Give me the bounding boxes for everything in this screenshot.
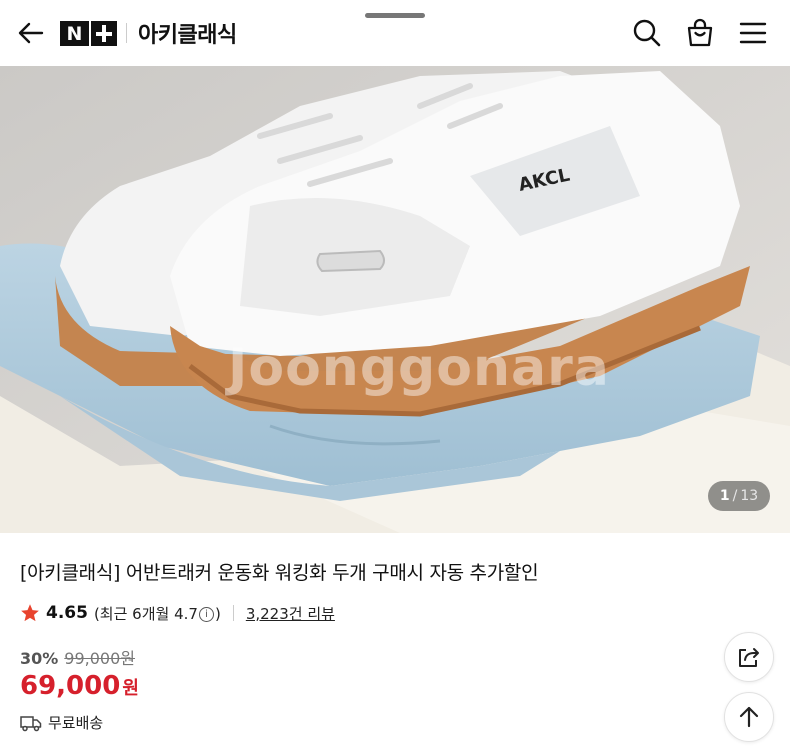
product-title: [아키클래식] 어반트래커 운동화 워킹화 두개 구매시 자동 추가할인 xyxy=(20,562,539,584)
watermark: Joonggonara xyxy=(228,338,610,398)
sale-price: 69,000 xyxy=(20,671,121,701)
rating-row: 4.65 (최근 6개월 4.7 i) 3,223건 리뷰 xyxy=(20,601,335,625)
arrow-up-icon xyxy=(739,706,759,728)
shopping-bag-icon xyxy=(687,18,713,47)
search-button[interactable] xyxy=(629,15,665,51)
star-icon xyxy=(21,604,39,622)
rating-value: 4.65 xyxy=(46,603,88,623)
product-image-carousel[interactable]: AKCL Joonggonara 1 / 13 xyxy=(0,66,790,533)
recent-rating-suffix: ) xyxy=(214,604,221,623)
naver-plus-logo[interactable]: N xyxy=(60,21,117,46)
counter-current: 1 xyxy=(719,488,730,504)
menu-icon xyxy=(739,22,767,44)
shipping-text: 무료배송 xyxy=(48,714,104,732)
counter-total: 13 xyxy=(740,488,759,504)
product-photo: AKCL xyxy=(0,66,790,533)
share-button[interactable] xyxy=(724,632,774,682)
header-divider xyxy=(126,23,127,43)
sale-price-row: 69,000 원 xyxy=(20,671,139,701)
recent-rating: (최근 6개월 4.7 i) xyxy=(94,603,221,624)
info-icon[interactable]: i xyxy=(198,606,214,622)
original-price: 99,000원 xyxy=(64,649,136,668)
shipping-info: 무료배송 xyxy=(20,712,103,733)
logo-n-mark: N xyxy=(60,21,89,46)
logo-plus-mark xyxy=(91,21,117,46)
image-counter: 1 / 13 xyxy=(708,481,770,511)
search-icon xyxy=(633,19,661,47)
recent-rating-prefix: (최근 6개월 4.7 xyxy=(93,604,198,623)
back-arrow-icon xyxy=(18,22,44,44)
rating-divider xyxy=(232,605,234,621)
top-header: N 아키클래식 xyxy=(0,0,790,66)
currency-unit: 원 xyxy=(122,678,139,699)
store-name[interactable]: 아키클래식 xyxy=(138,17,237,49)
back-button[interactable] xyxy=(14,17,48,49)
truck-icon xyxy=(20,715,42,731)
menu-button[interactable] xyxy=(735,15,771,51)
discount-row: 30% 99,000원 xyxy=(20,645,135,669)
discount-rate: 30% xyxy=(20,649,59,668)
review-count-link[interactable]: 3,223건 리뷰 xyxy=(246,603,335,624)
drag-handle[interactable] xyxy=(365,13,425,18)
scroll-top-button[interactable] xyxy=(724,692,774,742)
counter-separator: / xyxy=(732,488,738,504)
share-icon xyxy=(739,648,759,667)
cart-button[interactable] xyxy=(682,15,718,51)
